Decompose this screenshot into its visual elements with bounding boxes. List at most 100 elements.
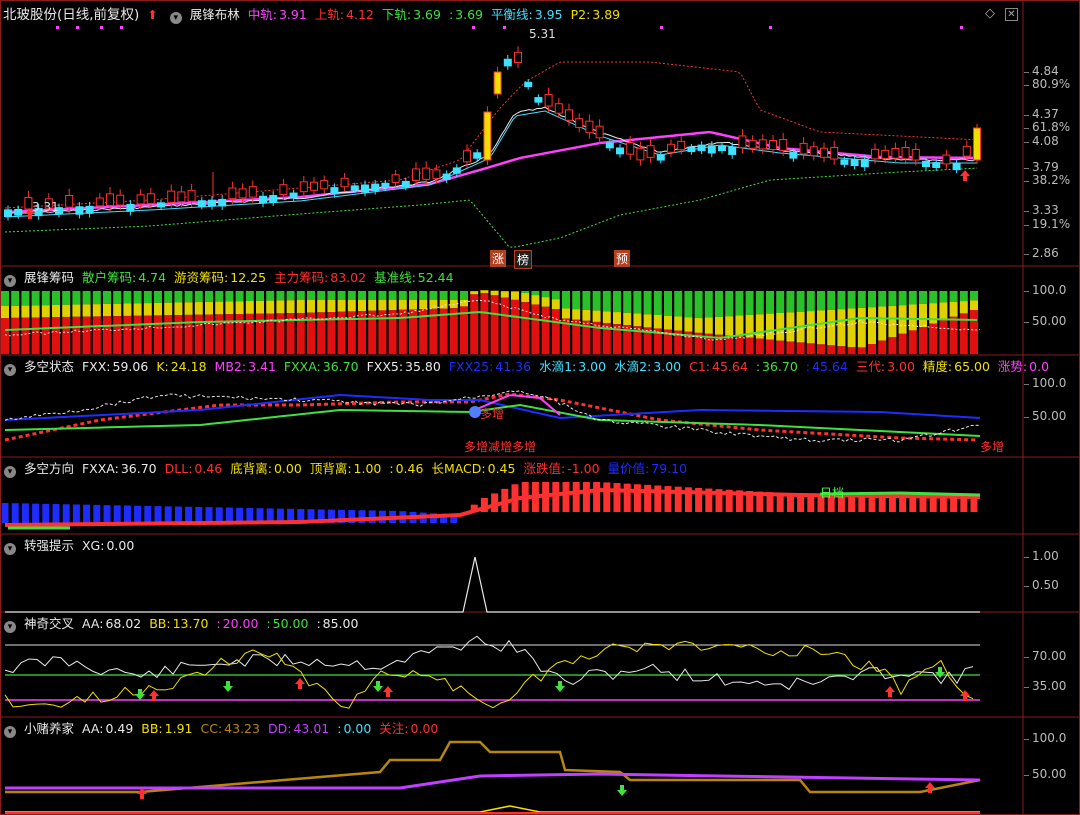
chips-bar-yellow	[919, 303, 927, 327]
chips-bar-red	[919, 327, 927, 354]
chips-bar-red	[480, 292, 489, 354]
strong-header: ▾ 转强提示 XG: 0.00	[0, 536, 146, 556]
chips-bar-green	[674, 291, 683, 317]
indicator-name[interactable]: 展锋布林	[190, 7, 240, 22]
chips-title[interactable]: 展锋筹码	[24, 270, 74, 285]
field-value: 1.00	[353, 461, 382, 476]
candle	[789, 151, 798, 159]
chips-bar-yellow	[868, 307, 876, 344]
chips-bar-green	[623, 291, 632, 313]
chips-bar-yellow	[337, 300, 346, 312]
candle	[228, 187, 237, 200]
down-arrow-icon	[135, 689, 145, 700]
strong-title[interactable]: 转强提示	[24, 538, 74, 553]
collapse-icon[interactable]: ▾	[4, 364, 16, 376]
candle	[95, 197, 104, 207]
collapse-icon[interactable]: ▾	[4, 726, 16, 738]
direction-bar-blue	[195, 506, 203, 523]
field-value: 36.70	[322, 359, 359, 374]
gambler-title[interactable]: 小赌养家	[24, 721, 74, 736]
collapse-icon[interactable]: ▾	[169, 12, 182, 24]
state-field-4: FXX5: 35.80	[367, 359, 445, 374]
field-value: 3.00	[887, 359, 915, 374]
chips-bar-green	[827, 291, 836, 310]
chips-bar-green	[929, 291, 938, 304]
chips-bar-yellow	[500, 291, 509, 298]
chips-bar-yellow	[225, 301, 234, 315]
magic-field-2: :20.00	[216, 616, 262, 631]
chips-bar-yellow	[929, 303, 938, 324]
strong-axis-label: 1.00	[1032, 549, 1059, 563]
direction-field-0: FXXA: 36.70	[82, 461, 161, 476]
gambler-header: ▾ 小赌养家 AA: 0.49 BB: 1.91 CC: 43.23 DD: 43.01:0.…	[0, 719, 450, 739]
field-value: 0.00	[343, 721, 372, 736]
chips-bar-red	[194, 314, 203, 354]
chips-bar-green	[235, 291, 244, 302]
direction-bar-red	[572, 482, 580, 512]
chips-bar-green	[276, 291, 285, 301]
candle	[14, 208, 23, 216]
field-label: AA:	[81, 616, 104, 631]
direction-bar-red	[613, 483, 621, 512]
candle	[748, 139, 757, 149]
candle	[381, 182, 390, 188]
chips-bar-yellow	[755, 314, 764, 339]
direction-title[interactable]: 多空方向	[24, 461, 74, 476]
chips-bar-green	[266, 291, 275, 301]
chips-bar-red	[745, 337, 754, 354]
candle	[299, 181, 308, 193]
main-axis-label: 61.8%	[1032, 120, 1071, 134]
direction-bar-blue	[32, 503, 40, 523]
chips-bar-yellow	[215, 301, 224, 315]
gambler-field-2: CC: 43.23	[201, 721, 264, 736]
state-note-2: 多增减增多增	[464, 440, 537, 454]
chips-field-1: 游资筹码: 12.25	[174, 270, 270, 285]
magic-title[interactable]: 神奇交叉	[24, 616, 74, 631]
stock-title[interactable]: 北玻股份(日线,前复权)	[3, 7, 139, 23]
direction-field-6: 涨跌值: -1.00	[523, 461, 603, 476]
collapse-icon[interactable]: ▾	[4, 466, 16, 478]
field-value: 3.00	[578, 359, 607, 374]
chips-bar-yellow	[92, 304, 101, 317]
chips-bar-yellow	[908, 304, 917, 331]
chips-bar-yellow	[358, 300, 366, 312]
candle	[565, 109, 573, 121]
collapse-icon[interactable]: ▾	[4, 275, 16, 287]
chips-bar-yellow	[113, 303, 122, 317]
chips-bar-red	[72, 316, 81, 354]
diamond-icon[interactable]: ◇	[985, 6, 995, 21]
field-label: XG:	[81, 538, 105, 553]
candle	[646, 145, 655, 158]
chips-bar-yellow	[694, 317, 703, 333]
chart-canvas[interactable]	[0, 0, 1080, 815]
up-arrow-icon: ⬆	[147, 7, 158, 22]
field-value: 3.95	[534, 7, 563, 22]
chips-bar-yellow	[307, 300, 315, 313]
collapse-icon[interactable]: ▾	[4, 621, 16, 633]
chips-bar-red	[174, 315, 183, 354]
close-icon[interactable]: ✕	[1005, 8, 1018, 21]
chips-bar-green	[633, 291, 642, 314]
main-field-1: 上轨: 4.12	[315, 7, 378, 22]
field-label: :	[337, 721, 342, 736]
collapse-icon[interactable]: ▾	[4, 543, 16, 555]
chips-bar-yellow	[174, 302, 183, 316]
candle	[707, 145, 716, 154]
chips-bar-yellow	[133, 303, 142, 316]
main-field-0: 中轨: 3.91	[248, 7, 311, 22]
state-axis-label: 50.00	[1032, 409, 1067, 423]
direction-bar-blue	[62, 504, 70, 523]
direction-bar-blue	[134, 505, 142, 523]
direction-bar-red	[633, 484, 641, 512]
candle	[483, 111, 492, 161]
chips-bar-red	[21, 317, 30, 354]
field-value: 3.89	[592, 7, 621, 22]
chips-bar-green	[113, 291, 122, 304]
field-value: 36.70	[120, 461, 157, 476]
field-value: 43.23	[224, 721, 260, 736]
chips-bar-yellow	[633, 313, 642, 327]
field-label: 量价值:	[607, 461, 650, 476]
candle	[4, 209, 12, 218]
strong-field-0: XG: 0.00	[82, 538, 138, 553]
state-title[interactable]: 多空状态	[24, 359, 74, 374]
